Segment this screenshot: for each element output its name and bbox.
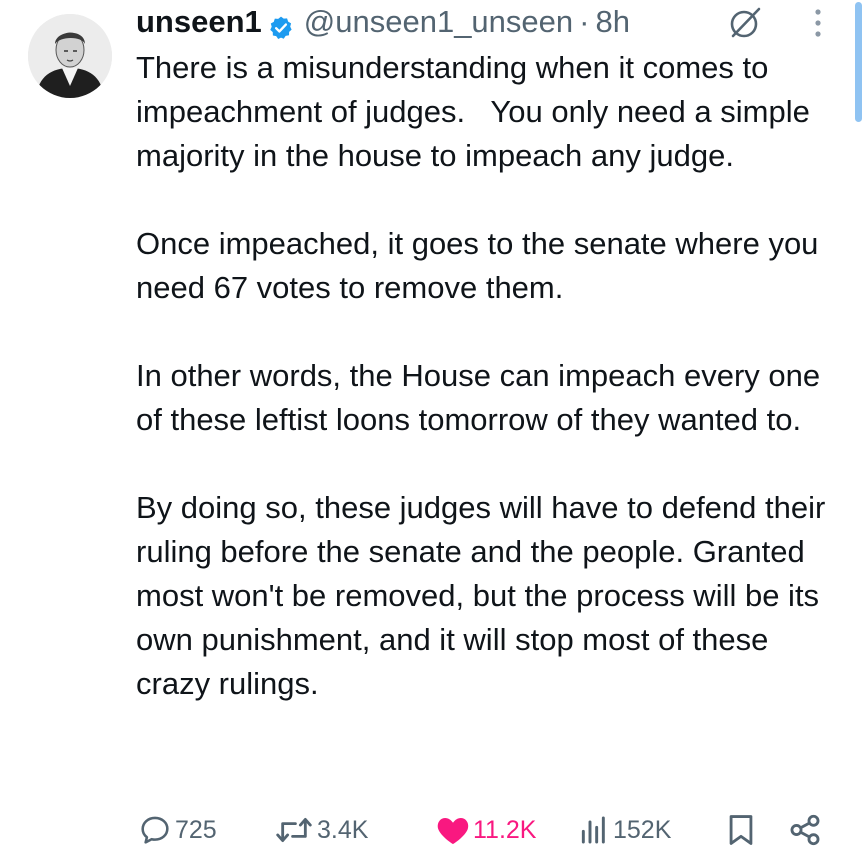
more-vertical-icon[interactable]	[812, 8, 824, 38]
header-separator: ·	[579, 4, 590, 39]
reply-count: 725	[175, 815, 217, 844]
repost-icon	[276, 817, 312, 843]
post-time[interactable]: 8h	[595, 0, 629, 44]
share-button[interactable]	[788, 808, 822, 852]
bookmark-icon	[729, 815, 753, 845]
tweet-paragraph: There is a misunderstanding when it come…	[136, 50, 810, 173]
share-icon	[790, 814, 820, 846]
repost-count: 3.4K	[317, 815, 369, 844]
tweet-paragraph: By doing so, these judges will have to d…	[136, 490, 826, 701]
reply-icon	[141, 816, 169, 844]
tweet-text: There is a misunderstanding when it come…	[136, 46, 836, 706]
views-icon	[581, 816, 605, 844]
tweet-header: unseen1 @unseen1_unseen · 8h	[136, 0, 630, 44]
tweet[interactable]: unseen1 @unseen1_unseen · 8h There is a …	[0, 0, 864, 863]
reply-button[interactable]: 725	[138, 808, 217, 852]
tweet-paragraph: In other words, the House can impeach ev…	[136, 358, 821, 437]
avatar[interactable]	[28, 14, 112, 98]
like-button[interactable]: 11.2K	[436, 808, 536, 852]
grok-icon[interactable]	[728, 6, 762, 40]
tweet-paragraph: Once impeached, it goes to the senate wh…	[136, 226, 819, 305]
bookmark-button[interactable]	[726, 808, 756, 852]
like-count: 11.2K	[473, 815, 537, 844]
user-handle[interactable]: @unseen1_unseen	[304, 0, 573, 44]
portrait-icon	[28, 14, 112, 98]
action-bar: 725 3.4K 11.2K 152K	[136, 808, 836, 852]
view-count: 152K	[613, 815, 672, 844]
heart-icon	[437, 817, 469, 845]
verified-badge-icon	[268, 9, 294, 39]
repost-button[interactable]: 3.4K	[274, 808, 368, 852]
views-button[interactable]: 152K	[578, 808, 671, 852]
display-name[interactable]: unseen1	[136, 0, 262, 44]
scrollbar[interactable]	[855, 2, 862, 122]
